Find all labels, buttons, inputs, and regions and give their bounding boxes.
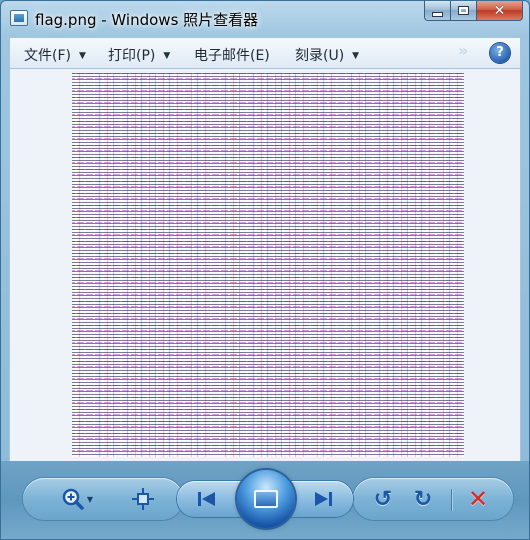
control-separator <box>451 489 452 511</box>
menu-file[interactable]: 文件(F) ▼ <box>24 45 86 65</box>
menu-print-label: 打印(P) <box>108 48 156 64</box>
delete-button[interactable]: ✕ <box>463 483 493 515</box>
menu-email[interactable]: 电子邮件(E) <box>194 45 270 65</box>
help-icon[interactable]: ? <box>490 43 510 63</box>
minimize-icon <box>432 12 443 17</box>
caption-buttons: ✕ <box>424 1 523 23</box>
rotate-counterclockwise-button[interactable]: ↺ <box>369 483 397 515</box>
image-viewing-area[interactable] <box>9 69 521 461</box>
window-title: flag.png - Windows 照片查看器 <box>35 11 259 29</box>
chevron-down-icon: ▼ <box>163 51 171 61</box>
control-pill-left <box>23 478 183 520</box>
menu-burn-label: 刻录(U) <box>295 48 345 64</box>
chevron-down-icon: ▼ <box>78 51 86 61</box>
rotate-left-icon: ↺ <box>373 486 393 512</box>
zoom-dropdown-icon: ▼ <box>86 494 94 504</box>
rotate-clockwise-button[interactable]: ↻ <box>409 483 437 515</box>
previous-button[interactable] <box>191 485 223 513</box>
slideshow-icon <box>254 490 278 508</box>
previous-icon <box>198 492 215 506</box>
close-icon: ✕ <box>493 2 506 19</box>
menu-bar: 文件(F) ▼ 打印(P) ▼ 电子邮件(E) 刻录(U) ▼ » ? <box>9 37 521 69</box>
next-button[interactable] <box>307 485 339 513</box>
chevron-down-icon: ▼ <box>352 51 360 61</box>
image-red-line <box>102 109 182 110</box>
menu-print[interactable]: 打印(P) ▼ <box>108 45 170 65</box>
overflow-chevron-icon[interactable]: » <box>458 41 468 60</box>
zoom-button[interactable]: ▼ <box>57 483 97 515</box>
maximize-button[interactable] <box>451 1 477 21</box>
next-icon <box>315 492 332 506</box>
actual-size-button[interactable] <box>127 483 159 515</box>
slideshow-button[interactable] <box>237 470 295 528</box>
menu-email-label: 电子邮件(E) <box>194 48 270 64</box>
rotate-right-icon: ↻ <box>413 486 433 512</box>
actual-size-icon <box>132 488 154 510</box>
photo-viewer-window: flag.png - Windows 照片查看器 ✕ 文件(F) ▼ 打印(P) ▼… <box>0 0 530 540</box>
title-bar[interactable]: flag.png - Windows 照片查看器 ✕ <box>1 1 529 37</box>
delete-icon: ✕ <box>467 485 489 513</box>
menu-file-label: 文件(F) <box>24 48 71 64</box>
minimize-button[interactable] <box>424 1 451 21</box>
displayed-image <box>72 73 464 457</box>
maximize-icon <box>458 6 469 15</box>
app-icon <box>10 10 28 26</box>
magnifier-plus-icon <box>62 488 84 510</box>
menu-burn[interactable]: 刻录(U) ▼ <box>295 45 359 65</box>
close-button[interactable]: ✕ <box>477 1 523 21</box>
control-bar: ▼ ↺ ↻ ✕ <box>1 461 529 539</box>
